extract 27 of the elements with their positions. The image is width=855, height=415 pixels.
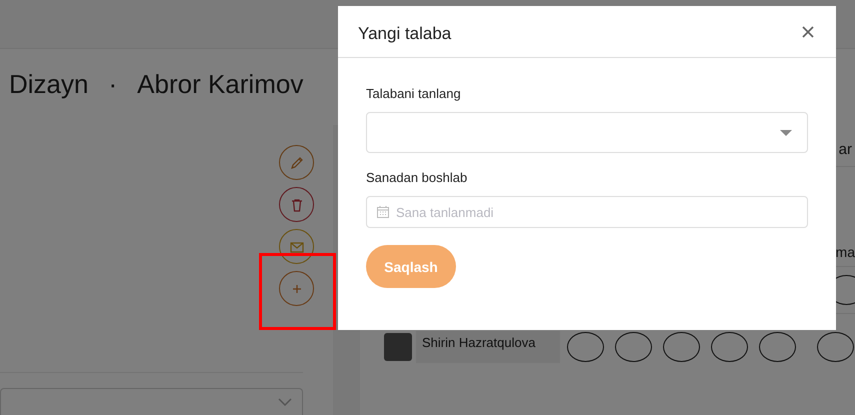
student-name: Shirin Hazratqulova [416, 331, 560, 363]
modal-title: Yangi talaba [358, 22, 452, 44]
group-name: Dizayn [9, 68, 88, 100]
dropdown-field[interactable] [0, 388, 303, 415]
delete-button[interactable] [279, 187, 314, 222]
attendance-circle[interactable] [817, 332, 854, 362]
chevron-icon [278, 398, 292, 406]
caret-icon [780, 130, 792, 136]
field-label: Talabani tanlang [366, 86, 461, 101]
attendance-circle[interactable] [759, 332, 796, 362]
separator-dot: · [107, 68, 118, 100]
avatar-icon [384, 333, 412, 361]
save-button[interactable]: Saqlash [366, 245, 456, 288]
column-label: ar [838, 141, 852, 158]
attendance-circle[interactable] [567, 332, 604, 362]
attendance-circle[interactable] [663, 332, 700, 362]
plus-icon [292, 284, 300, 292]
attendance-circle[interactable] [711, 332, 748, 362]
column-label: ma [836, 244, 855, 260]
select-field[interactable] [366, 112, 808, 153]
teacher-name: Abror Karimov [137, 68, 304, 100]
attendance-circle[interactable] [615, 332, 652, 362]
field-label: Sanadan boshlab [366, 170, 468, 185]
date-field[interactable]: Sana tanlanmadi [366, 196, 808, 228]
calendar-icon [377, 206, 389, 218]
close-button[interactable] [800, 24, 816, 40]
close-icon [802, 26, 814, 38]
